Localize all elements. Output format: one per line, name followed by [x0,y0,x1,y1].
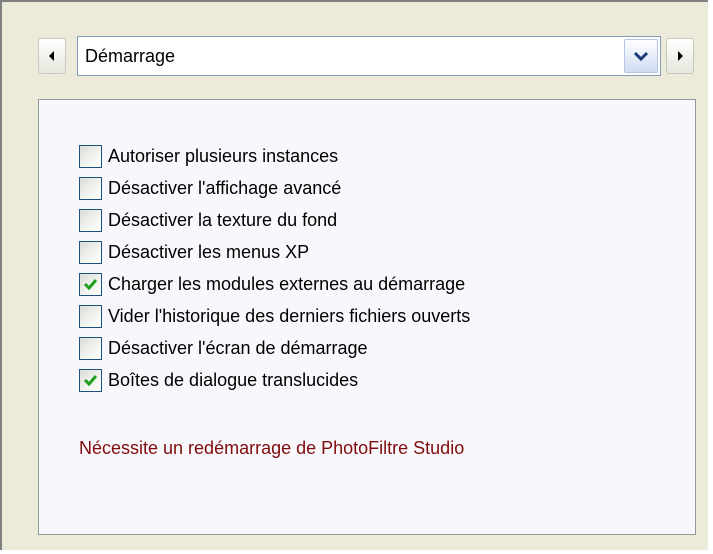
option-disable-xp-menus[interactable]: Désactiver les menus XP [79,236,470,268]
option-label: Désactiver l'affichage avancé [108,177,342,198]
checkbox[interactable] [79,240,102,264]
option-label: Charger les modules externes au démarrag… [108,273,466,294]
option-label: Autoriser plusieurs instances [108,145,339,166]
option-label: Désactiver les menus XP [108,241,310,262]
checkbox[interactable] [79,304,102,328]
option-disable-background-texture[interactable]: Désactiver la texture du fond [79,204,470,236]
check-icon [83,278,98,290]
arrow-right-icon [678,51,683,61]
chevron-down-icon [633,51,649,62]
checkbox[interactable] [79,336,102,360]
next-page-button[interactable] [666,38,694,74]
checkbox[interactable] [79,208,102,232]
options-panel: Autoriser plusieurs instances Désactiver… [38,99,696,535]
checkbox[interactable] [79,272,102,296]
previous-page-button[interactable] [38,38,66,74]
category-select-value: Démarrage [85,46,176,66]
check-icon [83,374,98,386]
arrow-left-icon [49,51,54,61]
option-clear-recent-files-history[interactable]: Vider l'historique des derniers fichiers… [79,300,470,332]
option-label: Vider l'historique des derniers fichiers… [108,305,471,326]
option-label: Désactiver la texture du fond [108,209,338,230]
option-allow-multiple-instances[interactable]: Autoriser plusieurs instances [79,140,470,172]
option-load-external-modules[interactable]: Charger les modules externes au démarrag… [79,268,470,300]
option-translucent-dialogs[interactable]: Boîtes de dialogue translucides [79,364,470,396]
options-list: Autoriser plusieurs instances Désactiver… [79,140,470,396]
category-select[interactable]: Démarrage [77,36,661,76]
preferences-dialog: Démarrage Autoriser plusieurs instances [0,0,708,550]
option-label: Boîtes de dialogue translucides [108,369,359,390]
option-disable-advanced-display[interactable]: Désactiver l'affichage avancé [79,172,470,204]
option-label: Désactiver l'écran de démarrage [108,337,368,358]
restart-required-notice: Nécessite un redémarrage de PhotoFiltre … [79,438,465,458]
checkbox[interactable] [79,144,102,168]
option-disable-splash-screen[interactable]: Désactiver l'écran de démarrage [79,332,470,364]
checkbox[interactable] [79,368,102,392]
checkbox[interactable] [79,176,102,200]
category-dropdown-button[interactable] [624,39,658,73]
